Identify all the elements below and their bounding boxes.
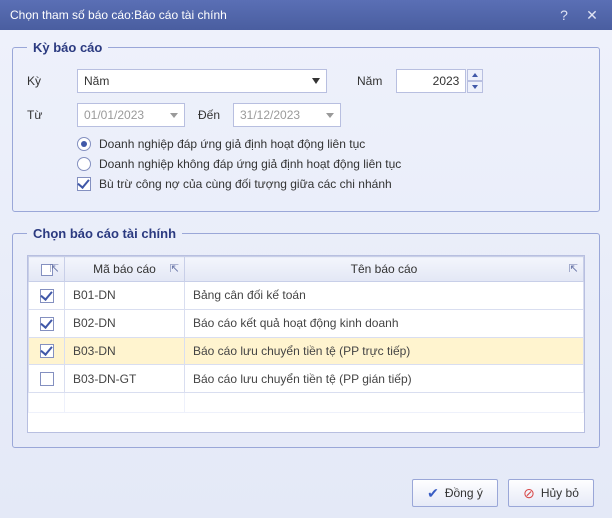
check-icon: ✔: [427, 485, 439, 502]
chevron-down-icon: [170, 113, 178, 118]
tu-label: Từ: [27, 108, 77, 122]
ky-value: Năm: [84, 74, 109, 88]
ok-button[interactable]: ✔ Đồng ý: [412, 479, 498, 507]
reports-groupbox: Chọn báo cáo tài chính ⇱ Mã báo cáo ⇱: [12, 226, 600, 448]
row-checkbox[interactable]: [40, 344, 54, 358]
tu-datepicker[interactable]: 01/01/2023: [77, 103, 185, 127]
cell-name: Bảng cân đối kế toán: [185, 282, 584, 310]
reports-grid[interactable]: ⇱ Mã báo cáo ⇱ Tên báo cáo ⇱ B01-DNBảng …: [27, 255, 585, 433]
cancel-button[interactable]: ⊘ Hủy bỏ: [508, 479, 594, 507]
arrow-up-icon: [472, 73, 478, 77]
nam-value: 2023: [433, 74, 460, 88]
chevron-down-icon: [312, 78, 320, 84]
row-checkbox[interactable]: [40, 372, 54, 386]
column-header-name[interactable]: Tên báo cáo ⇱: [185, 257, 584, 282]
tu-value: 01/01/2023: [84, 108, 144, 122]
den-label: Đến: [185, 108, 233, 122]
close-button[interactable]: ✕: [582, 7, 602, 24]
help-button[interactable]: ?: [554, 7, 574, 23]
row-checkbox[interactable]: [40, 317, 54, 331]
row-checkbox[interactable]: [40, 289, 54, 303]
ok-label: Đồng ý: [445, 486, 483, 500]
chevron-down-icon: [326, 113, 334, 118]
ky-label: Kỳ: [27, 74, 77, 88]
den-datepicker[interactable]: 31/12/2023: [233, 103, 341, 127]
pin-icon: ⇱: [569, 262, 578, 275]
offset-debt-checkbox[interactable]: [77, 177, 91, 191]
window-title: Chọn tham số báo cáo:Báo cáo tài chính: [10, 8, 546, 22]
nam-input[interactable]: 2023: [396, 69, 466, 93]
cancel-label: Hủy bỏ: [541, 486, 579, 500]
table-row[interactable]: B02-DNBáo cáo kết quả hoạt động kinh doa…: [29, 309, 584, 337]
reports-legend: Chọn báo cáo tài chính: [27, 226, 182, 241]
not-going-concern-radio[interactable]: [77, 157, 91, 171]
pin-icon: ⇱: [50, 262, 59, 275]
den-value: 31/12/2023: [240, 108, 300, 122]
going-concern-radio[interactable]: [77, 137, 91, 151]
cell-name: Báo cáo kết quả hoạt động kinh doanh: [185, 309, 584, 337]
arrow-down-icon: [472, 85, 478, 89]
cancel-icon: ⊘: [523, 485, 535, 502]
nam-label: Năm: [357, 74, 382, 88]
cell-name: Báo cáo lưu chuyển tiền tệ (PP gián tiếp…: [185, 365, 584, 393]
pin-icon: ⇱: [170, 262, 179, 275]
column-header-code[interactable]: Mã báo cáo ⇱: [65, 257, 185, 282]
title-bar: Chọn tham số báo cáo:Báo cáo tài chính ?…: [0, 0, 612, 30]
client-area: Kỳ báo cáo Kỳ Năm Năm 2023 Từ 01/01/2: [0, 30, 612, 518]
period-legend: Kỳ báo cáo: [27, 40, 108, 55]
column-header-check[interactable]: ⇱: [29, 257, 65, 282]
cell-code: B03-DN: [65, 337, 185, 365]
table-row[interactable]: B03-DNBáo cáo lưu chuyển tiền tệ (PP trự…: [29, 337, 584, 365]
cell-code: B01-DN: [65, 282, 185, 310]
spin-down-button[interactable]: [467, 81, 483, 93]
cell-code: B03-DN-GT: [65, 365, 185, 393]
radio2-label: Doanh nghiệp không đáp ứng giả định hoạt…: [99, 157, 401, 171]
checkbox1-label: Bù trừ công nợ của cùng đối tượng giữa c…: [99, 177, 392, 191]
spin-up-button[interactable]: [467, 69, 483, 81]
cell-name: Báo cáo lưu chuyển tiền tệ (PP trực tiếp…: [185, 337, 584, 365]
period-groupbox: Kỳ báo cáo Kỳ Năm Năm 2023 Từ 01/01/2: [12, 40, 600, 212]
table-row[interactable]: B03-DN-GTBáo cáo lưu chuyển tiền tệ (PP …: [29, 365, 584, 393]
ky-combobox[interactable]: Năm: [77, 69, 327, 93]
table-row[interactable]: B01-DNBảng cân đối kế toán: [29, 282, 584, 310]
radio1-label: Doanh nghiệp đáp ứng giả định hoạt động …: [99, 137, 365, 151]
year-spinner[interactable]: [467, 69, 483, 93]
cell-code: B02-DN: [65, 309, 185, 337]
